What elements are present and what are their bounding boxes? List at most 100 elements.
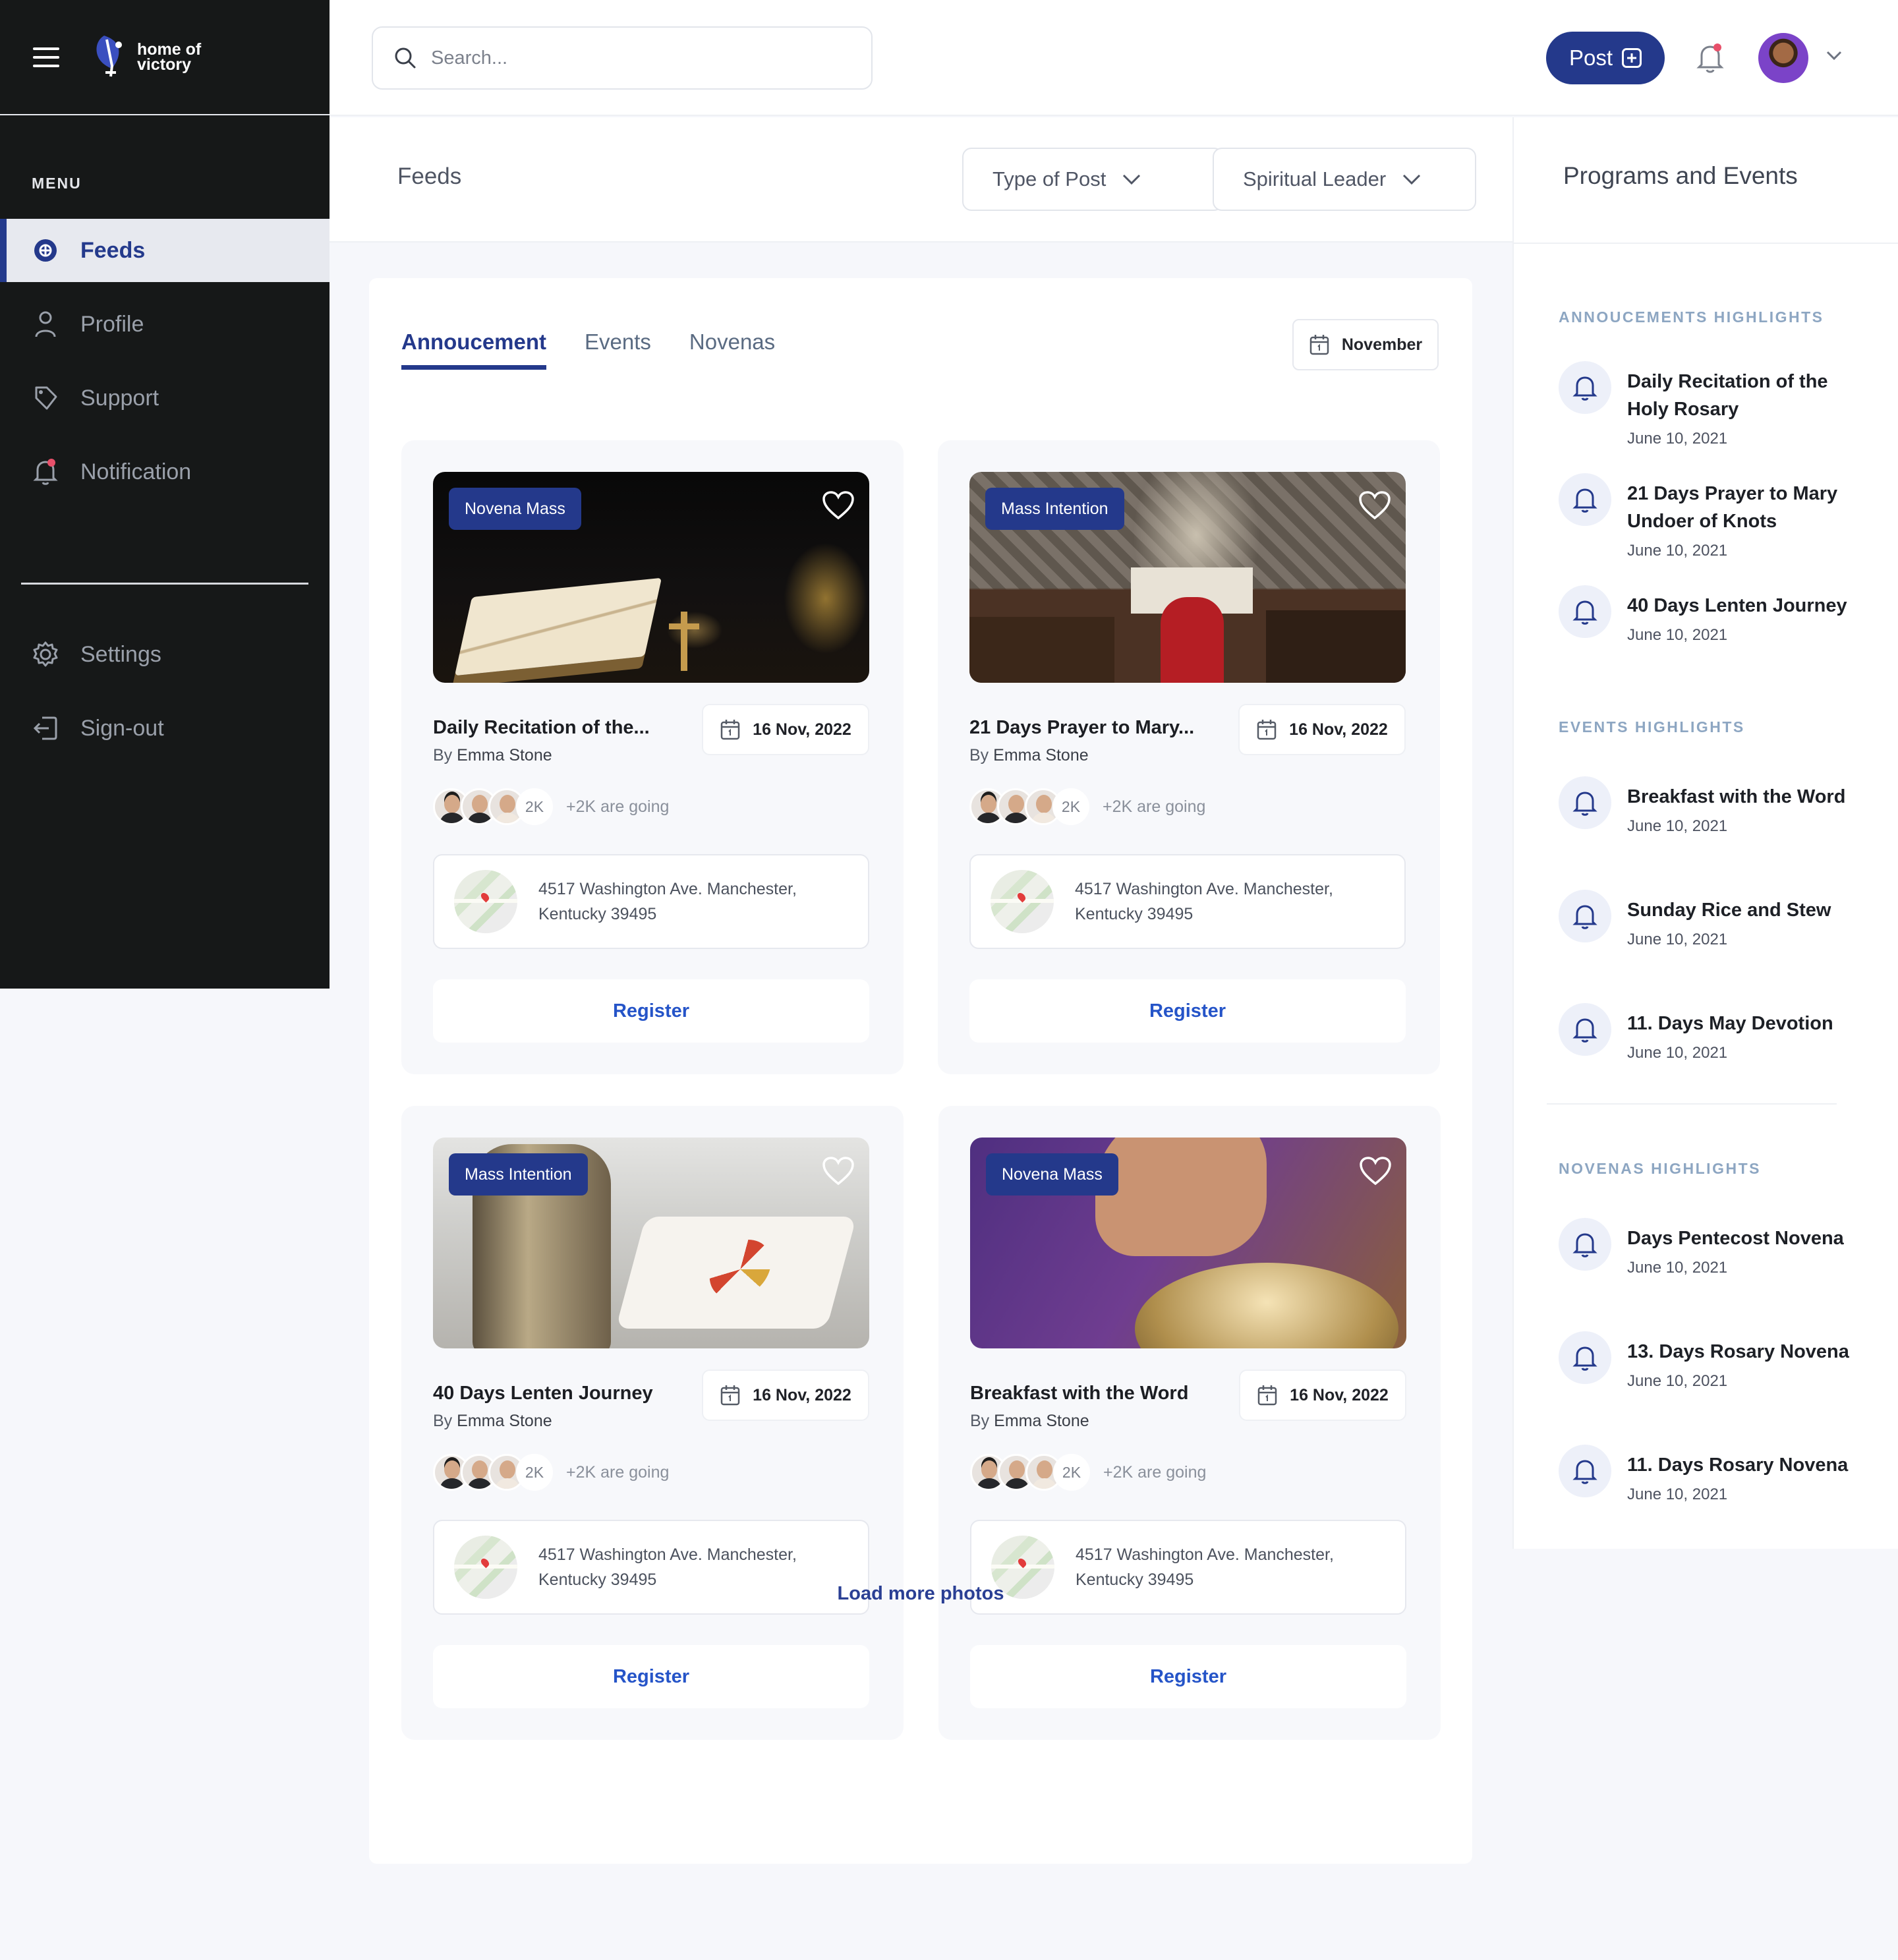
plus-square-icon	[1622, 48, 1642, 68]
card-image[interactable]: Novena Mass	[970, 1138, 1406, 1348]
location-box[interactable]: 4517 Washington Ave. Manchester, Kentuck…	[433, 854, 869, 949]
highlight-item[interactable]: Days Pentecost Novena June 10, 2021	[1559, 1218, 1888, 1277]
highlight-item[interactable]: 13. Days Rosary Novena June 10, 2021	[1559, 1331, 1888, 1391]
post-type-badge: Mass Intention	[985, 488, 1124, 530]
register-button[interactable]: Register	[969, 979, 1406, 1043]
highlight-item[interactable]: 11. Days May Devotion June 10, 2021	[1559, 1003, 1888, 1062]
sidebar-item-profile[interactable]: Profile	[0, 293, 330, 356]
attendees[interactable]: 2K +2K are going	[970, 1454, 1206, 1491]
chevron-down-icon	[1123, 174, 1141, 185]
pew-illustration	[1266, 610, 1406, 683]
highlight-item[interactable]: Sunday Rice and Stew June 10, 2021	[1559, 890, 1888, 949]
post-button-label: Post	[1568, 45, 1613, 70]
card-title: Daily Recitation of the...	[433, 717, 650, 738]
card-author: By Emma Stone	[969, 746, 1089, 765]
logo-text: home of victory	[137, 41, 201, 74]
card-image[interactable]: Mass Intention	[433, 1138, 869, 1348]
divider	[1547, 1103, 1837, 1105]
heart-icon[interactable]	[1358, 490, 1391, 521]
highlight-item[interactable]: 21 Days Prayer to Mary Undoer of Knots Ju…	[1559, 473, 1888, 560]
location-box[interactable]: 4517 Washington Ave. Manchester, Kentuck…	[969, 854, 1406, 949]
dropdown-label: Type of Post	[992, 167, 1107, 190]
sidebar-item-label: Feeds	[80, 237, 146, 263]
card-title: 21 Days Prayer to Mary...	[969, 717, 1195, 738]
address-text: 4517 Washington Ave. Manchester, Kentuck…	[1075, 880, 1333, 923]
sidebar-divider	[21, 583, 308, 585]
feeds-icon	[32, 237, 59, 264]
sidebar-item-label: Notification	[80, 459, 192, 484]
calendar-icon	[720, 720, 740, 740]
calendar-icon	[720, 1385, 740, 1406]
date-badge: 16 Nov, 2022	[702, 1369, 869, 1421]
tab-events[interactable]: Events	[585, 330, 651, 370]
sidebar: home of victory MENU Feeds Profile Suppo…	[0, 0, 330, 989]
user-icon	[32, 310, 59, 338]
gear-icon	[32, 641, 59, 668]
bell-icon	[1559, 473, 1611, 526]
sidebar-item-support[interactable]: Support	[0, 366, 330, 430]
card-image[interactable]: Mass Intention	[969, 472, 1406, 683]
tab-novenas[interactable]: Novenas	[689, 330, 775, 370]
post-type-badge: Novena Mass	[986, 1153, 1118, 1196]
month-picker[interactable]: November	[1292, 319, 1439, 370]
map-thumbnail	[454, 870, 517, 933]
dropdown-label: Spiritual Leader	[1243, 167, 1387, 190]
author-name: Emma Stone	[993, 746, 1089, 764]
bell-icon	[1559, 1445, 1611, 1497]
heart-icon[interactable]	[822, 1156, 855, 1186]
sidebar-item-feeds[interactable]: Feeds	[0, 219, 330, 282]
support-tag-icon	[32, 384, 59, 412]
attendees[interactable]: 2K +2K are going	[969, 788, 1205, 825]
spiritual-leader-dropdown[interactable]: Spiritual Leader	[1213, 148, 1476, 211]
highlight-title: Daily Recitation of the Holy Rosary	[1627, 371, 1828, 420]
card-author: By Emma Stone	[970, 1412, 1089, 1431]
load-more-link[interactable]: Load more photos	[369, 1583, 1472, 1605]
attendees[interactable]: 2K +2K are going	[433, 788, 669, 825]
register-button[interactable]: Register	[433, 1645, 869, 1708]
register-button[interactable]: Register	[433, 979, 869, 1043]
card-image[interactable]: Novena Mass	[433, 472, 869, 683]
programs-panel: Programs and Events ANNOUCEMENTS HIGHLIG…	[1512, 117, 1898, 1549]
card-author: By Emma Stone	[433, 1412, 552, 1431]
bell-icon	[32, 458, 59, 486]
tab-announcement[interactable]: Annoucement	[401, 330, 547, 370]
highlight-item[interactable]: Breakfast with the Word June 10, 2021	[1559, 776, 1888, 836]
heart-icon[interactable]	[1359, 1156, 1392, 1186]
sidebar-header: home of victory	[0, 0, 330, 115]
highlight-item[interactable]: 11. Days Rosary Novena June 10, 2021	[1559, 1445, 1888, 1504]
logo[interactable]: home of victory	[92, 33, 201, 82]
highlight-date: June 10, 2021	[1627, 626, 1728, 644]
sidebar-item-notification[interactable]: Notification	[0, 440, 330, 504]
author-prefix: By	[969, 746, 989, 764]
author-name: Emma Stone	[457, 746, 552, 764]
chevron-down-icon[interactable]	[1826, 50, 1843, 61]
ciborium-illustration	[1135, 1263, 1398, 1348]
highlight-item[interactable]: 40 Days Lenten Journey June 10, 2021	[1559, 585, 1888, 645]
search-input[interactable]	[431, 47, 826, 69]
post-type-badge: Mass Intention	[449, 1153, 588, 1196]
author-prefix: By	[433, 1412, 453, 1430]
highlight-item[interactable]: Daily Recitation of the Holy Rosary June …	[1559, 361, 1888, 448]
sidebar-item-settings[interactable]: Settings	[0, 623, 330, 686]
type-of-post-dropdown[interactable]: Type of Post	[962, 148, 1223, 211]
sidebar-item-signout[interactable]: Sign-out	[0, 697, 330, 760]
going-text: +2K are going	[566, 797, 670, 816]
highlight-title: 21 Days Prayer to Mary Undoer of Knots	[1627, 483, 1838, 532]
divider	[1514, 243, 1898, 244]
bell-icon	[1559, 1331, 1611, 1384]
logo-line-2: victory	[137, 55, 191, 74]
heart-icon[interactable]	[822, 490, 855, 521]
notification-bell-icon[interactable]	[1694, 41, 1727, 75]
page-title: Feeds	[397, 163, 462, 189]
search-box[interactable]	[372, 26, 873, 90]
author-name: Emma Stone	[457, 1412, 552, 1430]
attendees[interactable]: 2K +2K are going	[433, 1454, 669, 1491]
highlight-date: June 10, 2021	[1627, 817, 1728, 835]
register-button[interactable]: Register	[970, 1645, 1406, 1708]
author-name: Emma Stone	[994, 1412, 1089, 1430]
user-avatar[interactable]	[1758, 33, 1808, 83]
date-badge: 16 Nov, 2022	[702, 704, 869, 755]
post-button[interactable]: Post	[1546, 32, 1665, 84]
hamburger-icon[interactable]	[33, 47, 59, 67]
bell-icon	[1559, 890, 1611, 942]
